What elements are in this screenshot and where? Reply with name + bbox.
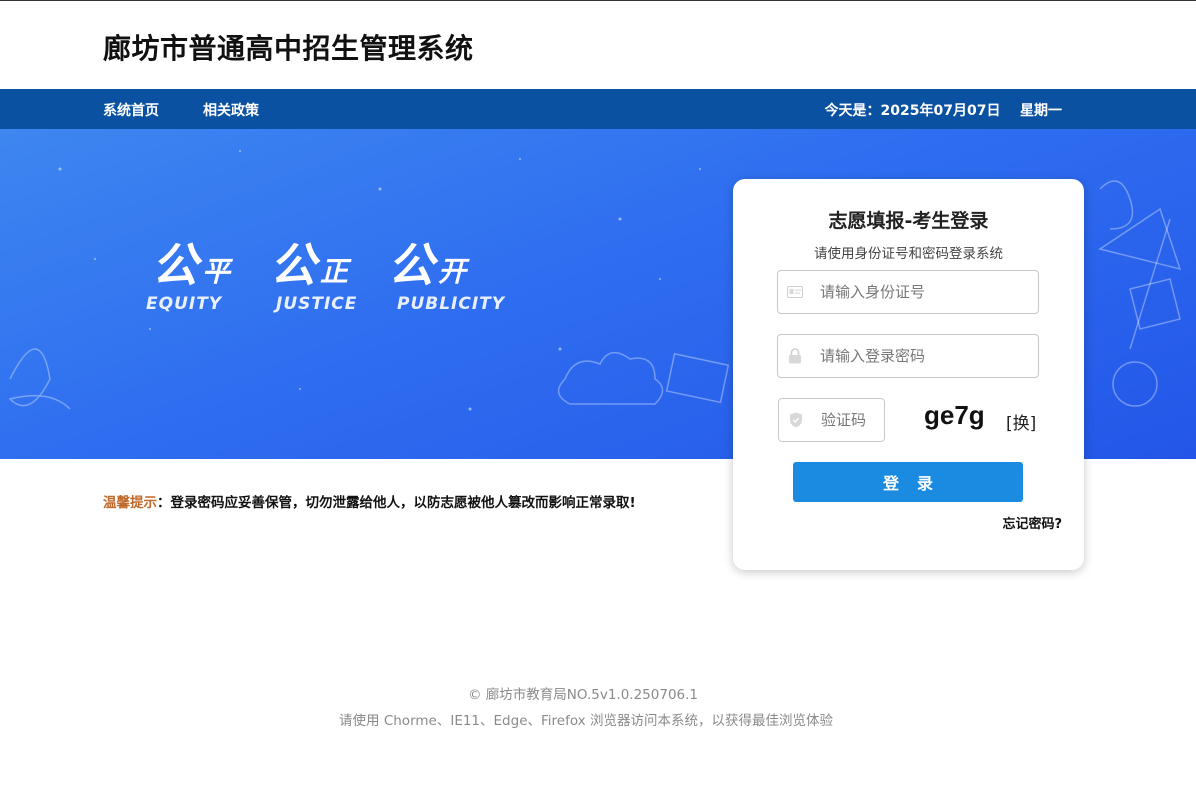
- nav-item-home[interactable]: 系统首页: [103, 100, 159, 120]
- header: 廊坊市普通高中招生管理系统: [0, 1, 1196, 89]
- slogan-char: 公: [152, 238, 198, 292]
- slogan-char-small: 开: [438, 255, 467, 288]
- password-input[interactable]: [820, 347, 1038, 365]
- nav-item-policy[interactable]: 相关政策: [203, 100, 259, 120]
- id-card-icon: [787, 284, 803, 300]
- lock-icon: [787, 348, 803, 364]
- footer-browser-note: 请使用 Chorme、IE11、Edge、Firefox 浏览器访问本系统，以获…: [339, 713, 833, 729]
- warning-tip: 温馨提示：登录密码应妥善保管，切勿泄露给他人，以防志愿被他人篡改而影响正常录取!: [103, 491, 636, 511]
- slogan-char-small: 正: [320, 255, 349, 288]
- id-number-field: [777, 270, 1039, 314]
- captcha-image[interactable]: ge7g: [924, 400, 985, 431]
- tip-text: ：登录密码应妥善保管，切勿泄露给他人，以防志愿被他人篡改而影响正常录取!: [157, 495, 636, 511]
- slogan-justice: 公 正: [270, 229, 348, 295]
- slogan-en-publicity: PUBLICITY: [397, 294, 506, 314]
- navbar: 系统首页 相关政策 今天是：2025年07月07日 星期一: [0, 89, 1196, 129]
- captcha-field: [778, 398, 885, 442]
- id-number-input[interactable]: [820, 283, 1038, 301]
- captcha-refresh-link[interactable]: [换]: [1006, 409, 1036, 434]
- login-subtitle: 请使用身份证号和密码登录系统: [814, 246, 1003, 262]
- date-display: 今天是：2025年07月07日 星期一: [824, 103, 1062, 119]
- site-title: 廊坊市普通高中招生管理系统: [103, 32, 474, 65]
- login-button[interactable]: 登录: [793, 462, 1023, 502]
- slogan-equity: 公 平: [152, 229, 230, 295]
- captcha-input[interactable]: [821, 411, 884, 429]
- shield-icon: [788, 412, 804, 428]
- password-field: [777, 334, 1039, 378]
- slogan-char: 公: [388, 238, 434, 292]
- login-title: 志愿填报-考生登录: [828, 210, 989, 232]
- forgot-password-link[interactable]: 忘记密码?: [1002, 513, 1062, 532]
- slogan-char-small: 平: [202, 255, 231, 288]
- slogan-en-equity: EQUITY: [146, 294, 223, 314]
- slogan-en-justice: JUSTICE: [276, 294, 358, 314]
- tip-label: 温馨提示: [103, 495, 157, 511]
- footer-copyright: © 廊坊市教育局NO.5v1.0.250706.1: [467, 687, 698, 703]
- slogan-char: 公: [270, 238, 316, 292]
- login-card: 志愿填报-考生登录 请使用身份证号和密码登录系统 ge7g [换] 登录 忘记密…: [733, 179, 1084, 570]
- slogan-publicity: 公 开: [388, 229, 466, 295]
